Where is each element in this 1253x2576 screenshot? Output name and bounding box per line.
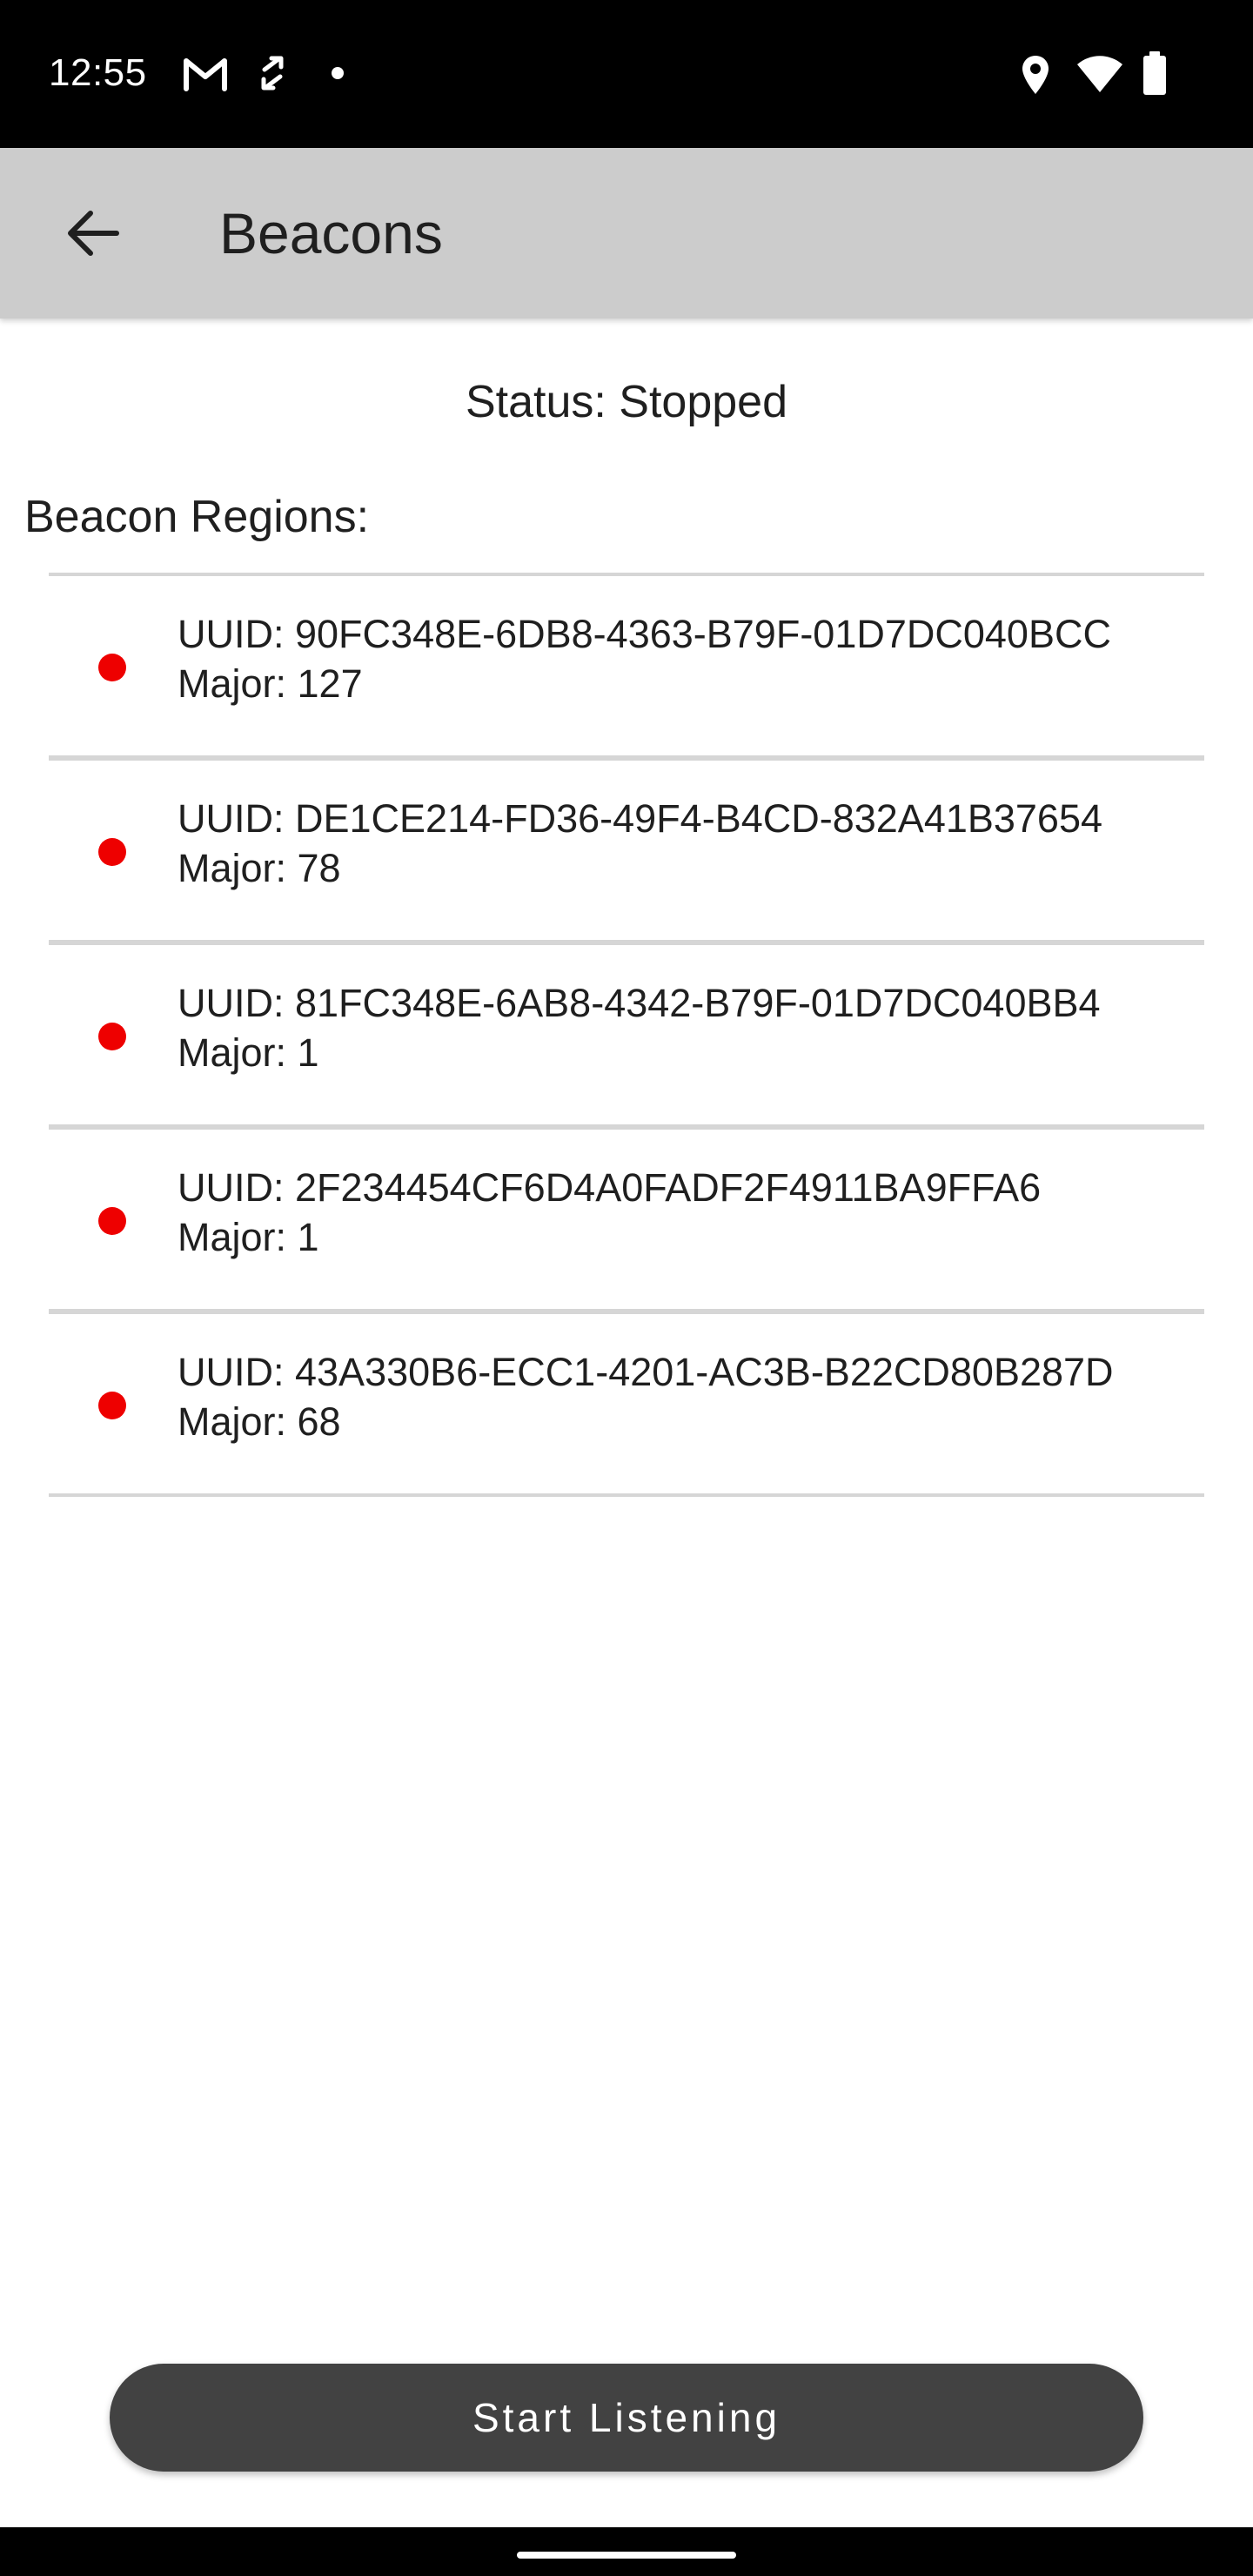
beacon-region-list: UUID: 90FC348E-6DB8-4363-B79F-01D7DC040B… [49, 573, 1204, 1497]
start-listening-button[interactable]: Start Listening [110, 2364, 1143, 2472]
home-gesture-handle[interactable] [517, 2552, 736, 2559]
status-indicator-dot [98, 1207, 126, 1235]
battery-icon [1143, 51, 1166, 95]
arrow-back-icon [68, 211, 119, 256]
beacon-region-details: UUID: DE1CE214-FD36-49F4-B4CD-832A41B376… [178, 794, 1102, 893]
beacon-uuid: UUID: 43A330B6-ECC1-4201-AC3B-B22CD80B28… [178, 1350, 1114, 1394]
page-title: Beacons [219, 201, 443, 265]
location-pin-icon [1022, 56, 1049, 94]
gmail-icon [184, 58, 227, 91]
app-bar: Beacons [0, 148, 1253, 319]
listening-status-text: Status: Stopped [465, 377, 788, 427]
beacon-region-item[interactable]: UUID: 90FC348E-6DB8-4363-B79F-01D7DC040B… [49, 576, 1204, 761]
beacon-region-item[interactable]: UUID: DE1CE214-FD36-49F4-B4CD-832A41B376… [49, 761, 1204, 945]
beacon-uuid: UUID: 81FC348E-6AB8-4342-B79F-01D7DC040B… [178, 981, 1101, 1025]
beacon-region-details: UUID: 90FC348E-6DB8-4363-B79F-01D7DC040B… [178, 609, 1111, 708]
status-time: 12:55 [49, 51, 147, 94]
status-indicator-dot [98, 654, 126, 681]
beacon-major: Major: 127 [178, 661, 363, 706]
beacon-region-details: UUID: 43A330B6-ECC1-4201-AC3B-B22CD80B28… [178, 1347, 1114, 1446]
navigation-bar [0, 2527, 1253, 2576]
back-button[interactable] [49, 190, 136, 277]
beacon-regions-label: Beacon Regions: [24, 492, 370, 542]
beacon-uuid: UUID: 90FC348E-6DB8-4363-B79F-01D7DC040B… [178, 612, 1111, 656]
beacon-region-item[interactable]: UUID: 43A330B6-ECC1-4201-AC3B-B22CD80B28… [49, 1314, 1204, 1497]
notification-dot-icon [332, 67, 344, 79]
beacon-region-item[interactable]: UUID: 81FC348E-6AB8-4342-B79F-01D7DC040B… [49, 945, 1204, 1130]
beacon-region-details: UUID: 81FC348E-6AB8-4342-B79F-01D7DC040B… [178, 978, 1101, 1077]
status-indicator-dot [98, 1392, 126, 1419]
beacon-region-details: UUID: 2F234454CF6D4A0FADF2F4911BA9FFA6 M… [178, 1163, 1041, 1262]
status-indicator-dot [98, 1023, 126, 1050]
status-indicator-dot [98, 838, 126, 866]
beacon-major: Major: 78 [178, 846, 341, 890]
beacon-uuid: UUID: 2F234454CF6D4A0FADF2F4911BA9FFA6 [178, 1165, 1042, 1210]
wifi-icon [1077, 56, 1122, 92]
beacon-major: Major: 1 [178, 1030, 319, 1075]
beacon-major: Major: 1 [178, 1215, 319, 1259]
beacon-uuid: UUID: DE1CE214-FD36-49F4-B4CD-832A41B376… [178, 796, 1103, 841]
status-bar: 12:55 [0, 0, 1253, 148]
beacon-major: Major: 68 [178, 1399, 341, 1444]
beacon-region-item[interactable]: UUID: 2F234454CF6D4A0FADF2F4911BA9FFA6 M… [49, 1130, 1204, 1314]
sync-arrows-icon [261, 56, 284, 91]
